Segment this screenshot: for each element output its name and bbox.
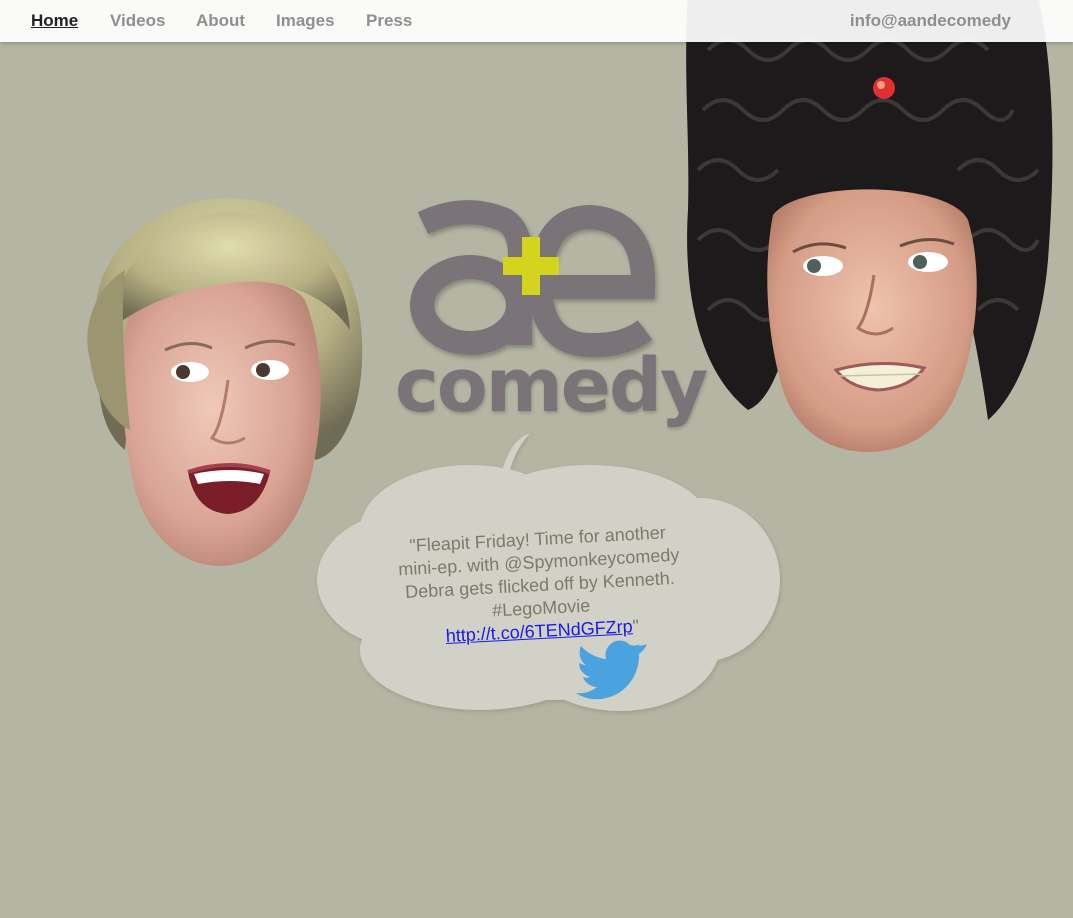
ae-monogram-graphic — [410, 200, 656, 358]
right-performer-face-image — [686, 0, 1053, 452]
nav-press-link[interactable]: Press — [366, 11, 412, 31]
nav-videos-link[interactable]: Videos — [110, 11, 165, 31]
nav-about-link[interactable]: About — [196, 11, 245, 31]
latest-tweet: "Fleapit Friday! Time for another mini-e… — [382, 520, 698, 651]
nav-home-link[interactable]: Home — [31, 11, 78, 31]
contact-email[interactable]: info@aandecomedy — [850, 11, 1011, 31]
logo-wordmark: comedy — [395, 343, 708, 429]
nav-images-link[interactable]: Images — [276, 11, 335, 31]
tweet-close-quote: " — [632, 615, 640, 637]
aande-comedy-logo[interactable]: comedy — [395, 195, 708, 435]
top-navbar: Home Videos About Images Press info@aand… — [0, 0, 1073, 42]
